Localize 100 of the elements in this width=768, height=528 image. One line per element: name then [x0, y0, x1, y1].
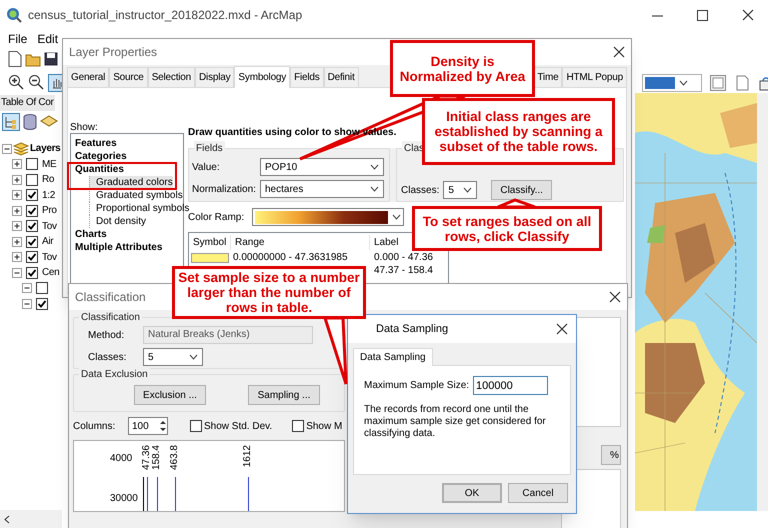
checkbox[interactable]	[190, 420, 202, 432]
expand-icon[interactable]	[12, 190, 22, 200]
expand-icon[interactable]	[12, 252, 22, 262]
tab[interactable]: Selection	[148, 67, 196, 87]
callout-text: Set sample size to a number larger than the number of rows in table.	[178, 270, 360, 315]
tab[interactable]: Symbology	[234, 66, 290, 88]
page-icon[interactable]	[734, 75, 750, 91]
layout-icon[interactable]	[710, 75, 726, 91]
checkbox[interactable]	[26, 251, 38, 264]
checkbox[interactable]	[26, 220, 38, 232]
save-icon[interactable]	[44, 51, 58, 67]
method-field[interactable]: Natural Breaks (Jenks)	[143, 326, 313, 344]
checkbox[interactable]	[26, 204, 38, 217]
break-label: 158.4	[152, 445, 162, 470]
list-by-drawing-order-icon[interactable]	[2, 113, 20, 131]
list-item[interactable]: Graduated colors	[89, 176, 173, 189]
expand-icon[interactable]	[12, 174, 22, 185]
column-header: Symbol	[189, 234, 231, 250]
spinner-field[interactable]: 100	[128, 417, 168, 435]
checkbox[interactable]	[26, 236, 38, 248]
field-label: Classes:	[401, 184, 440, 198]
collapse-icon[interactable]	[2, 144, 12, 154]
expand-icon[interactable]	[12, 159, 22, 170]
collapse-icon[interactable]	[12, 268, 22, 278]
percent-button[interactable]: %	[601, 445, 621, 465]
globe-app-icon	[6, 7, 22, 23]
tab[interactable]: Display	[195, 67, 234, 87]
database-icon[interactable]	[23, 113, 37, 131]
checkbox[interactable]	[26, 189, 38, 202]
value-dropdown[interactable]: POP10	[260, 158, 384, 176]
list-item[interactable]: Multiple Attributes	[75, 241, 183, 254]
layer-item[interactable]: Ro	[42, 172, 54, 188]
close-icon[interactable]	[556, 323, 568, 335]
checkbox[interactable]	[26, 266, 38, 279]
button[interactable]: Cancel	[508, 483, 568, 503]
list-item[interactable]: Quantities	[75, 163, 183, 176]
sample-size-field[interactable]: 100000	[473, 376, 548, 395]
checkbox[interactable]	[26, 174, 38, 186]
layer-item[interactable]: ME	[42, 156, 56, 172]
button[interactable]: OK	[442, 483, 502, 503]
tab[interactable]: HTML Popup	[562, 67, 627, 87]
classes-dropdown[interactable]: 5	[443, 181, 478, 199]
field-label: Classes:	[88, 350, 128, 364]
expand-icon[interactable]	[12, 236, 22, 247]
list-item[interactable]: Dot density	[89, 215, 146, 228]
tab[interactable]: Data Sampling	[353, 348, 433, 366]
list-item[interactable]: Categories	[75, 150, 183, 163]
field-label: Method:	[88, 328, 126, 342]
expand-icon[interactable]	[12, 206, 22, 216]
list-item[interactable]: Charts	[75, 228, 183, 241]
zoom-in-icon[interactable]	[8, 74, 24, 90]
list-item[interactable]: Graduated symbols	[89, 189, 183, 202]
table-cell: 0.00000000 - 47.3631985	[233, 252, 348, 263]
panel-title: Table Of Cor	[0, 95, 55, 111]
menu-item[interactable]: File	[8, 30, 28, 48]
close-icon[interactable]	[742, 9, 754, 21]
classify-button[interactable]: Classify...	[491, 180, 552, 200]
layer-item[interactable]: Pro	[42, 203, 57, 218]
scale-dropdown[interactable]	[642, 74, 702, 92]
button[interactable]: Exclusion ...	[134, 385, 206, 405]
field-label: Value:	[192, 160, 221, 174]
expand-icon[interactable]	[12, 221, 22, 232]
caret-icon	[463, 187, 472, 193]
close-icon[interactable]	[613, 46, 625, 58]
layer-item[interactable]: 1:2	[42, 188, 56, 203]
new-document-icon[interactable]	[8, 51, 22, 67]
layer-item[interactable]: Tov	[42, 218, 57, 234]
tab[interactable]: Source	[109, 67, 148, 87]
checkbox[interactable]	[26, 158, 38, 170]
table-cell-text: 47.37 - 158.4	[373, 264, 433, 278]
layer-item[interactable]: Cen	[42, 265, 60, 280]
field-label: Columns:	[73, 420, 116, 434]
scroll-bar[interactable]	[757, 93, 768, 511]
classes-dropdown[interactable]: 5	[143, 348, 203, 366]
caret-icon	[392, 214, 402, 220]
checkbox[interactable]	[36, 298, 48, 310]
zoom-out-icon[interactable]	[28, 74, 44, 90]
maximize-icon[interactable]	[697, 10, 708, 20]
menu-item[interactable]: Edit	[37, 30, 58, 48]
checkbox[interactable]	[292, 420, 304, 432]
layer-item[interactable]: Air	[42, 234, 54, 250]
layer-item[interactable]: Tov	[42, 250, 57, 265]
list-item[interactable]: Proportional symbols	[89, 202, 190, 215]
collapse-icon[interactable]	[22, 298, 32, 309]
tab[interactable]: Definit	[324, 67, 359, 87]
collapse-icon[interactable]	[22, 283, 32, 294]
checkbox[interactable]	[36, 282, 48, 294]
list-item[interactable]: Features	[75, 137, 183, 150]
color-ramp-dropdown[interactable]	[252, 208, 404, 226]
close-icon[interactable]	[609, 291, 621, 303]
scroll-bar[interactable]	[0, 510, 62, 528]
spin-arrows-icon[interactable]	[159, 419, 167, 433]
scroll-left-icon[interactable]	[4, 514, 10, 524]
tab[interactable]: General	[67, 67, 110, 87]
tab[interactable]: Fields	[290, 67, 324, 87]
tab[interactable]: Time	[533, 67, 562, 87]
button[interactable]: Sampling ...	[248, 385, 320, 405]
window-title: census_tutorial_instructor_20182022.mxd - ArcMap	[28, 7, 302, 24]
normalization-dropdown[interactable]: hectares	[260, 180, 384, 198]
layer-item[interactable]: Layers	[30, 141, 60, 156]
